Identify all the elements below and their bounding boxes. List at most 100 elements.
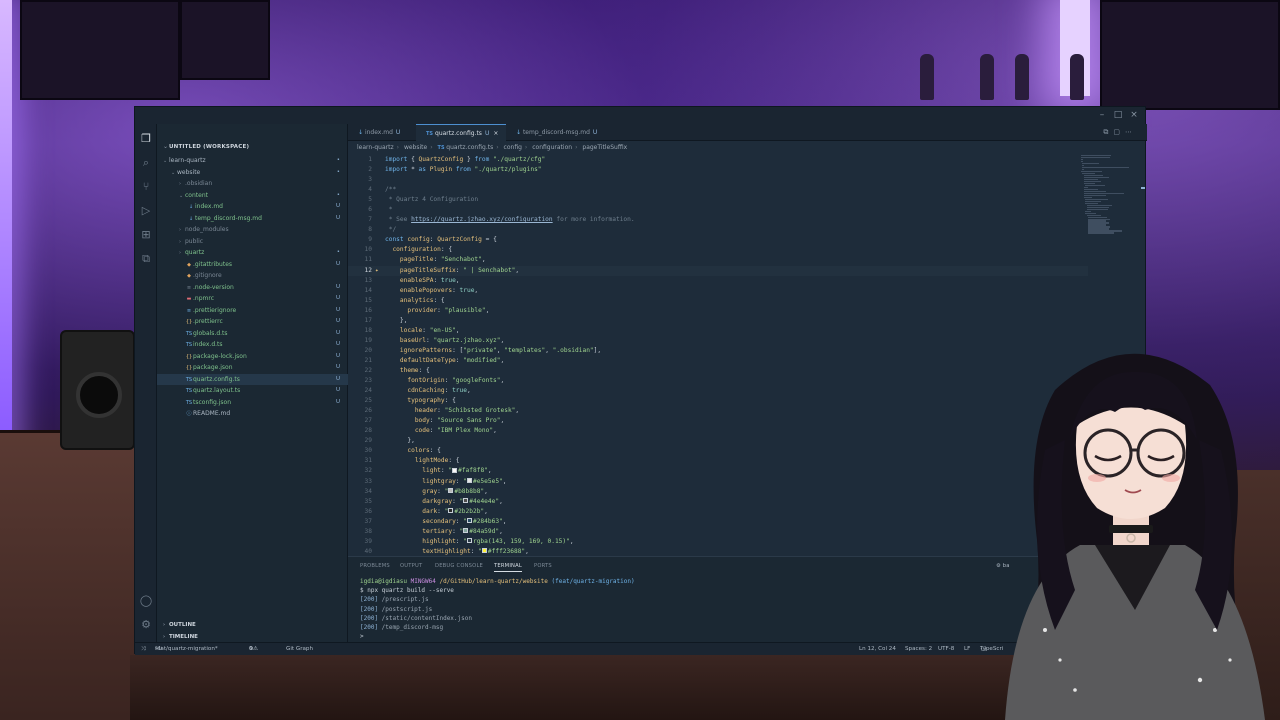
- code-line[interactable]: 12 ✦ pageTitleSuffix: " | Senchabot",: [348, 265, 1088, 276]
- file-npmrc[interactable]: ▬ .npmrc U: [157, 293, 348, 305]
- file-node-version[interactable]: ≡ .node-version U: [157, 282, 348, 294]
- tab-temp-discord-msg-md[interactable]: ↓ temp_discord-msg.md U: [506, 124, 606, 141]
- code-line[interactable]: 23 fontOrigin: "googleFonts",: [348, 376, 1088, 386]
- file-readme-md[interactable]: ⓘ README.md: [157, 408, 348, 420]
- code-line[interactable]: 32 light: " #faf8f8",: [348, 466, 1088, 476]
- folder-learn-quartz[interactable]: ⌄ learn-quartz •: [157, 155, 348, 167]
- eol-status[interactable]: LF: [964, 643, 970, 655]
- code-line[interactable]: 16 provider: "plausible",: [348, 306, 1088, 316]
- lightbulb-icon[interactable]: ✦: [375, 266, 379, 276]
- close-window-icon[interactable]: ×: [1129, 110, 1139, 120]
- file-index-md[interactable]: ↓ index.md U: [157, 201, 348, 213]
- maximize-icon[interactable]: □: [1113, 110, 1123, 120]
- breadcrumb-item[interactable]: configuration: [532, 144, 572, 151]
- tab-ports[interactable]: PORTS: [534, 563, 552, 569]
- code-line[interactable]: 2 import * as Plugin from "./quartz/plugi…: [348, 165, 1088, 175]
- code-line[interactable]: 25 typography: {: [348, 396, 1088, 406]
- file-tsconfig-json[interactable]: TStsconfig.json U: [157, 397, 348, 409]
- editor-actions[interactable]: ⧉▢⋯: [1103, 128, 1137, 137]
- code-line[interactable]: 22 theme: {: [348, 366, 1088, 376]
- folder-quartz[interactable]: › quartz •: [157, 247, 348, 259]
- code-line[interactable]: 6 *: [348, 205, 1088, 215]
- code-line[interactable]: 13 enableSPA: true,: [348, 276, 1088, 286]
- code-line[interactable]: 18 locale: "en-US",: [348, 326, 1088, 336]
- folder-node-modules[interactable]: › node_modules: [157, 224, 348, 236]
- timeline-section[interactable]: › TIMELINE: [163, 634, 198, 640]
- settings-gear-icon[interactable]: ⚙: [139, 618, 153, 632]
- code-line[interactable]: 29 },: [348, 436, 1088, 446]
- breadcrumb-item[interactable]: quartz.config.ts: [446, 144, 493, 151]
- code-line[interactable]: 17 },: [348, 316, 1088, 326]
- folder-public[interactable]: › public: [157, 236, 348, 248]
- workspace-title[interactable]: UNTITLED (WORKSPACE): [169, 144, 249, 150]
- code-line[interactable]: 36 dark: " #2b2b2b",: [348, 507, 1088, 517]
- code-line[interactable]: 8 */: [348, 225, 1088, 235]
- explorer-icon[interactable]: ❐: [139, 132, 153, 146]
- code-line[interactable]: 38 tertiary: " #84a59d",: [348, 527, 1088, 537]
- code-line[interactable]: 19 baseUrl: "quartz.jzhao.xyz",: [348, 336, 1088, 346]
- git-graph-button[interactable]: Git Graph: [286, 643, 313, 655]
- folder-obsidian[interactable]: › .obsidian: [157, 178, 348, 190]
- file-temp-discord-msg-md[interactable]: ↓ temp_discord-msg.md U: [157, 213, 348, 225]
- code-line[interactable]: 5 * Quartz 4 Configuration: [348, 195, 1088, 205]
- remote-icon[interactable]: ⧉: [139, 252, 153, 266]
- code-line[interactable]: 30 colors: {: [348, 446, 1088, 456]
- outline-section[interactable]: › OUTLINE: [163, 622, 196, 628]
- cursor-position[interactable]: Ln 12, Col 24: [859, 643, 896, 655]
- code-line[interactable]: 4 /**: [348, 185, 1088, 195]
- code-line[interactable]: 21 defaultDateType: "modified",: [348, 356, 1088, 366]
- code-line[interactable]: 40 textHighlight: " #fff23688",: [348, 547, 1088, 555]
- code-line[interactable]: 15 analytics: {: [348, 296, 1088, 306]
- indentation-status[interactable]: Spaces: 2: [905, 643, 932, 655]
- code-line[interactable]: 39 highlight: " rgba(143, 159, 169, 0.15)…: [348, 537, 1088, 547]
- file-quartz-layout-ts[interactable]: TSquartz.layout.ts U: [157, 385, 348, 397]
- code-line[interactable]: 9 const config: QuartzConfig = {: [348, 235, 1088, 245]
- code-line[interactable]: 11 pageTitle: "Senchabot",: [348, 255, 1088, 265]
- tab-index-md[interactable]: ↓ index.md U: [348, 124, 416, 141]
- tab-output[interactable]: OUTPUT: [400, 563, 422, 569]
- file-package-json[interactable]: {}package.json U: [157, 362, 348, 374]
- minimap[interactable]: [1081, 155, 1135, 255]
- close-tab-icon[interactable]: ×: [493, 130, 498, 137]
- extensions-icon[interactable]: ⊞: [139, 228, 153, 242]
- file-gitignore[interactable]: ◆ .gitignore: [157, 270, 348, 282]
- code-line[interactable]: 33 lightgray: " #e5e5e5",: [348, 477, 1088, 487]
- code-line[interactable]: 27 body: "Source Sans Pro",: [348, 416, 1088, 426]
- source-control-icon[interactable]: ⑂: [139, 180, 153, 194]
- file-prettierrc[interactable]: {}.prettierrc U: [157, 316, 348, 328]
- file-quartz-config-ts[interactable]: TSquartz.config.ts U: [157, 373, 348, 385]
- file-package-lock-json[interactable]: {}package-lock.json U: [157, 351, 348, 363]
- account-icon[interactable]: ◯: [139, 594, 153, 608]
- folder-website[interactable]: ⌄ website •: [157, 167, 348, 179]
- tab-quartz-config-ts[interactable]: TS quartz.config.ts U ×: [416, 124, 506, 141]
- code-line[interactable]: 3: [348, 175, 1088, 185]
- code-line[interactable]: 26 header: "Schibsted Grotesk",: [348, 406, 1088, 416]
- encoding-status[interactable]: UTF-8: [938, 643, 954, 655]
- breadcrumb-item[interactable]: learn-quartz: [357, 144, 394, 151]
- code-editor[interactable]: 1 import { QuartzConfig } from "./quartz/…: [348, 155, 1088, 555]
- terminal-output[interactable]: igdia@igdiasu MINGW64 /d/GitHub/learn-qu…: [360, 577, 635, 641]
- scrollbar-marker[interactable]: [1141, 187, 1145, 189]
- tab-debug-console[interactable]: DEBUG CONSOLE: [435, 563, 483, 569]
- file-index-d-ts[interactable]: TSindex.d.ts U: [157, 339, 348, 351]
- code-line[interactable]: 28 code: "IBM Plex Mono",: [348, 426, 1088, 436]
- code-line[interactable]: 20 ignorePatterns: ["private", "template…: [348, 346, 1088, 356]
- file-gitattributes[interactable]: ◆ .gitattributes U: [157, 259, 348, 271]
- code-line[interactable]: 14 enablePopovers: true,: [348, 286, 1088, 296]
- tab-problems[interactable]: PROBLEMS: [360, 563, 390, 569]
- folder-content[interactable]: ⌄ content •: [157, 190, 348, 202]
- code-line[interactable]: 34 gray: " #b8b8b8",: [348, 487, 1088, 497]
- minimize-icon[interactable]: –: [1097, 110, 1107, 120]
- search-icon[interactable]: ⌕: [139, 156, 153, 170]
- breadcrumb-item[interactable]: website: [404, 144, 427, 151]
- code-line[interactable]: 35 darkgray: " #4e4e4e",: [348, 497, 1088, 507]
- code-line[interactable]: 7 * See https://quartz.jzhao.xyz/configu…: [348, 215, 1088, 225]
- code-line[interactable]: 37 secondary: " #284b63",: [348, 517, 1088, 527]
- code-line[interactable]: 1 import { QuartzConfig } from "./quartz/…: [348, 155, 1088, 165]
- breadcrumb-item[interactable]: config: [504, 144, 522, 151]
- code-line[interactable]: 31 lightMode: {: [348, 456, 1088, 466]
- remote-indicator-icon[interactable]: ⤨: [141, 643, 145, 655]
- chevron-down-icon[interactable]: ⌄: [163, 143, 168, 150]
- file-prettierignore[interactable]: ≡ .prettierignore U: [157, 305, 348, 317]
- code-line[interactable]: 24 cdnCaching: true,: [348, 386, 1088, 396]
